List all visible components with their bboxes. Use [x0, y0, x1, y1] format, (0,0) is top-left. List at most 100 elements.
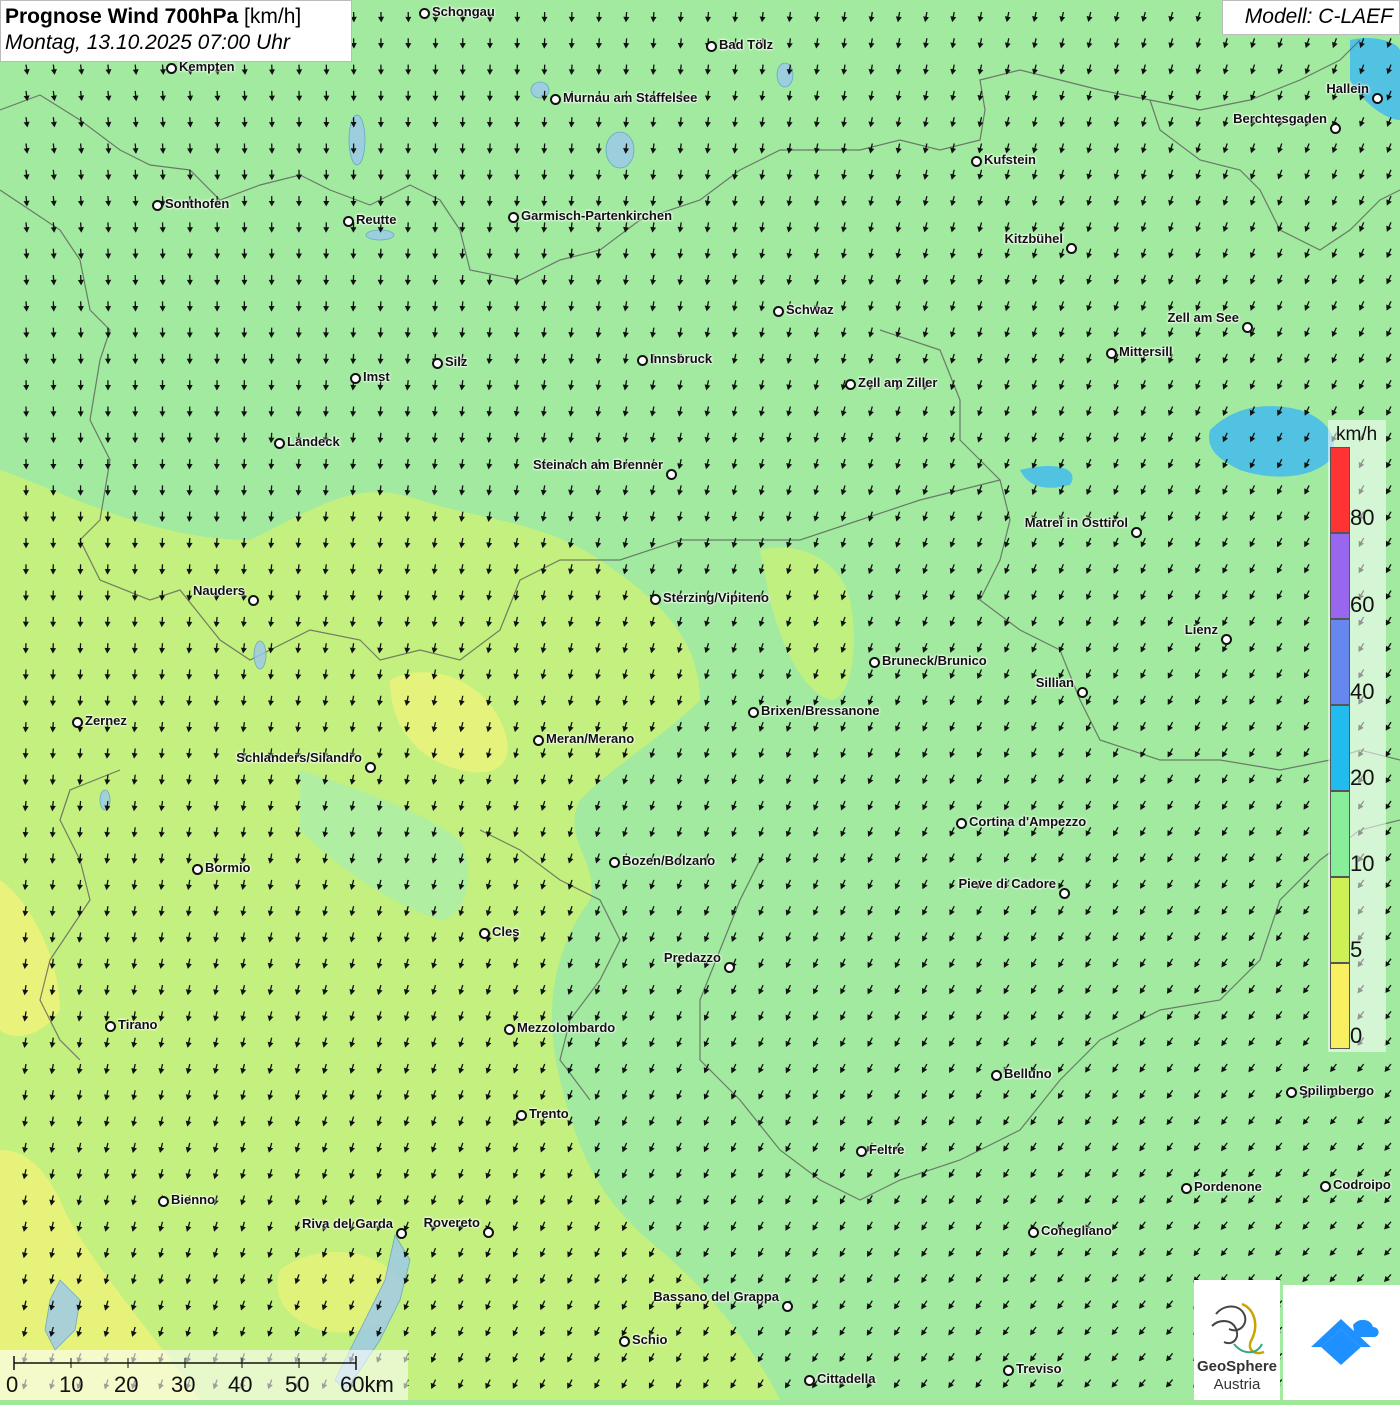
city-label: Kitzbühel: [1005, 231, 1064, 246]
city-marker: [432, 358, 443, 369]
city-label: Hallein: [1326, 81, 1369, 96]
scale-label: 10: [59, 1372, 83, 1398]
city-label: Feltre: [869, 1142, 904, 1157]
city-label: Steinach am Brenner: [533, 457, 663, 472]
city-marker: [650, 594, 661, 605]
city-label: Schongau: [432, 4, 495, 19]
city-label: Cittadella: [817, 1371, 876, 1386]
city-marker: [666, 469, 677, 480]
city-label: Belluno: [1004, 1066, 1052, 1081]
city-marker: [1106, 348, 1117, 359]
legend-label: 20: [1350, 765, 1374, 791]
city-label: Bassano del Grappa: [653, 1289, 779, 1304]
city-label: Berchtesgaden: [1233, 111, 1327, 126]
legend-unit: km/h: [1336, 424, 1377, 446]
city-marker: [804, 1375, 815, 1386]
city-marker: [1003, 1365, 1014, 1376]
map-title: Prognose Wind 700hPa: [5, 5, 238, 28]
scale-label: 60km: [340, 1372, 394, 1398]
city-marker: [724, 962, 735, 973]
city-label: Lienz: [1185, 622, 1218, 637]
city-label: Meran/Merano: [546, 731, 634, 746]
city-marker: [158, 1196, 169, 1207]
city-marker: [856, 1146, 867, 1157]
city-marker: [350, 373, 361, 384]
city-label: Garmisch-Partenkirchen: [521, 208, 672, 223]
logo-name-line2: Austria: [1194, 1376, 1280, 1393]
city-marker: [343, 216, 354, 227]
city-marker: [782, 1301, 793, 1312]
model-label: Modell: C-LAEF: [1222, 0, 1400, 35]
city-marker: [706, 41, 717, 52]
city-label: Riva del Garda: [302, 1216, 393, 1231]
city-label: Cortina d'Ampezzo: [969, 814, 1086, 829]
city-label: Sillian: [1036, 675, 1074, 690]
city-marker: [1066, 243, 1077, 254]
city-marker: [508, 212, 519, 223]
city-marker: [1181, 1183, 1192, 1194]
city-label: Trento: [529, 1106, 569, 1121]
city-label: Imst: [363, 369, 390, 384]
city-marker: [1330, 123, 1341, 134]
city-label: Sterzing/Vipiteno: [663, 590, 769, 605]
geosphere-logo: GeoSphere Austria: [1194, 1280, 1280, 1400]
city-marker: [1131, 527, 1142, 538]
city-label: Schwaz: [786, 302, 834, 317]
city-marker: [971, 156, 982, 167]
city-marker: [1372, 93, 1383, 104]
city-label: Innsbruck: [650, 351, 712, 366]
city-marker: [748, 707, 759, 718]
legend-swatch: [1330, 533, 1350, 619]
city-marker: [365, 762, 376, 773]
city-marker: [396, 1228, 407, 1239]
city-marker: [1242, 322, 1253, 333]
legend-swatch: [1330, 705, 1350, 791]
legend-swatch: [1330, 877, 1350, 963]
legend-label: 10: [1350, 851, 1374, 877]
app-logo-icon: [1283, 1285, 1400, 1400]
city-label: Mittersill: [1119, 344, 1172, 359]
city-marker: [152, 200, 163, 211]
legend-swatch: [1330, 963, 1350, 1049]
city-marker: [533, 735, 544, 746]
legend-label: 0: [1350, 1023, 1362, 1049]
city-label: Sonthofen: [165, 196, 229, 211]
city-label: Pordenone: [1194, 1179, 1262, 1194]
city-marker: [274, 438, 285, 449]
city-label: Mezzolombardo: [517, 1020, 615, 1035]
city-label: Reutte: [356, 212, 396, 227]
app-logo: [1283, 1285, 1400, 1400]
city-marker: [192, 864, 203, 875]
city-label: Matrei in Osttirol: [1025, 515, 1128, 530]
city-marker: [166, 63, 177, 74]
city-marker: [550, 94, 561, 105]
city-marker: [479, 928, 490, 939]
legend-label: 80: [1350, 505, 1374, 531]
city-marker: [1286, 1087, 1297, 1098]
scale-label: 20: [114, 1372, 138, 1398]
city-label: Treviso: [1016, 1361, 1062, 1376]
city-label: Kufstein: [984, 152, 1036, 167]
city-label: Bruneck/Brunico: [882, 653, 987, 668]
city-marker: [991, 1070, 1002, 1081]
scale-label: 0: [6, 1372, 18, 1398]
city-marker: [1221, 634, 1232, 645]
city-label: Nauders: [193, 583, 245, 598]
city-marker: [869, 657, 880, 668]
city-marker: [419, 8, 430, 19]
legend-swatch: [1330, 791, 1350, 877]
scale-label: 30: [171, 1372, 195, 1398]
city-label: Tirano: [118, 1017, 158, 1032]
city-marker: [1059, 888, 1070, 899]
logo-name-line1: GeoSphere: [1194, 1358, 1280, 1375]
city-label: Schlanders/Silandro: [236, 750, 362, 765]
city-marker: [1077, 687, 1088, 698]
city-label: Landeck: [287, 434, 340, 449]
city-marker: [516, 1110, 527, 1121]
city-label: Zell am Ziller: [858, 375, 937, 390]
city-label: Kempten: [179, 59, 235, 74]
city-label: Schio: [632, 1332, 667, 1347]
city-label: Silz: [445, 354, 467, 369]
city-marker: [1320, 1181, 1331, 1192]
city-label: Spilimbergo: [1299, 1083, 1374, 1098]
